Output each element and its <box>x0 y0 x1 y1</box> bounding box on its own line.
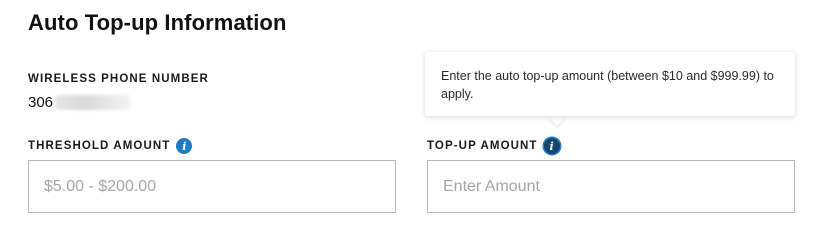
topup-amount-tooltip: Enter the auto top-up amount (between $1… <box>425 52 795 116</box>
wireless-phone-label: WIRELESS PHONE NUMBER <box>28 73 209 85</box>
threshold-amount-label: THRESHOLD AMOUNT <box>28 140 171 152</box>
topup-amount-label-row: TOP-UP AMOUNT i <box>427 138 560 154</box>
threshold-amount-input[interactable] <box>28 160 396 213</box>
redacted-phone-digits <box>55 95 132 110</box>
page-title: Auto Top-up Information <box>28 10 287 35</box>
phone-number-prefix: 306 <box>28 94 54 111</box>
topup-amount-input[interactable] <box>427 160 795 213</box>
info-icon[interactable]: i <box>176 138 193 154</box>
topup-amount-label: TOP-UP AMOUNT <box>427 140 538 152</box>
threshold-amount-label-row: THRESHOLD AMOUNT i <box>28 138 193 154</box>
info-icon[interactable]: i <box>543 138 560 154</box>
wireless-phone-value: 306 <box>28 94 132 111</box>
